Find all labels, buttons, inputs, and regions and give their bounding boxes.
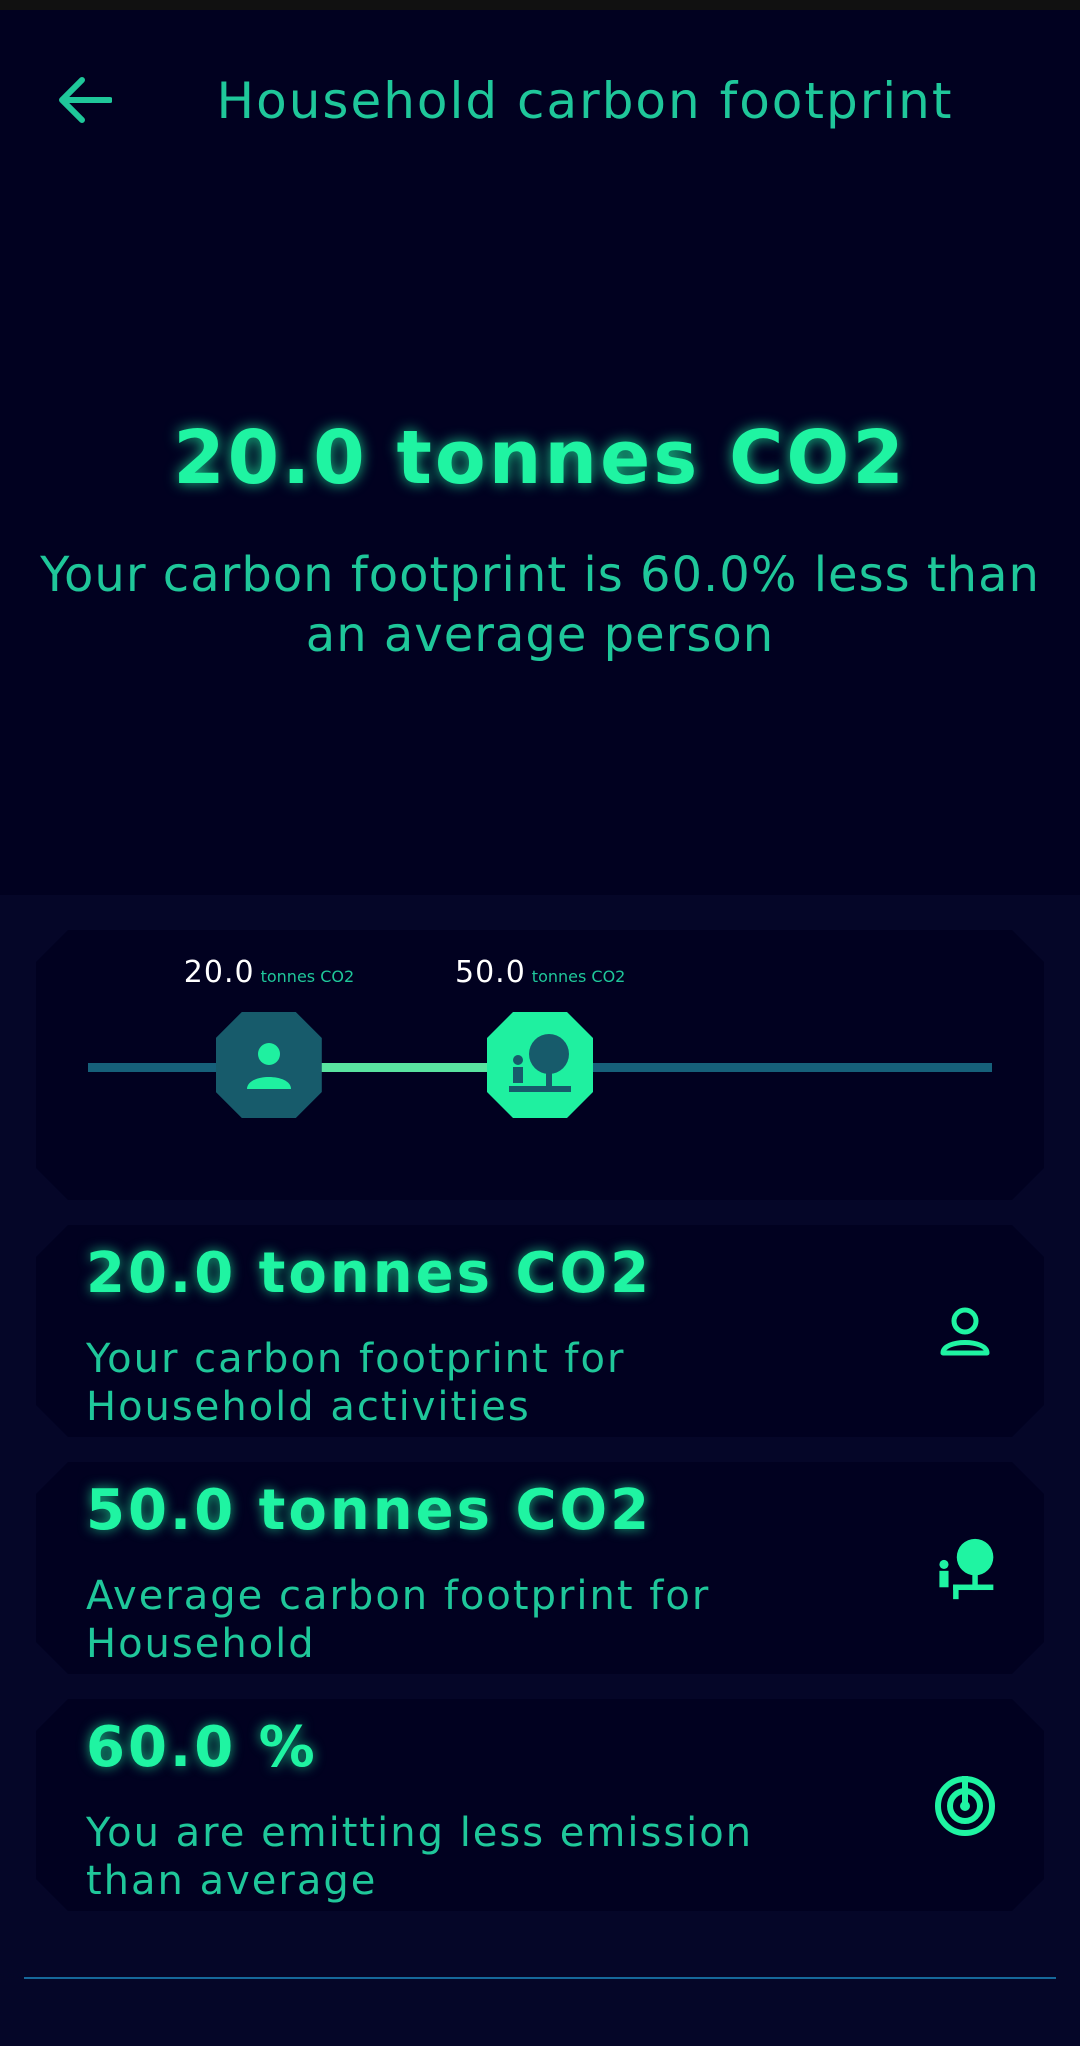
- footprint-comparison-text: Your carbon footprint is 60.0% less than…: [40, 547, 1040, 663]
- user-marker-label: 20.0 tonnes CO2: [184, 955, 354, 990]
- average-marker-label: 50.0 tonnes CO2: [455, 955, 625, 990]
- card-value: 60.0 %: [86, 1715, 318, 1780]
- person-outline-icon: [932, 1299, 998, 1365]
- average-footprint-card: 50.0 tonnes CO2 Average carbon footprint…: [36, 1462, 1044, 1674]
- card-description: Average carbon footprint for Household: [86, 1573, 711, 1667]
- person-tree-icon: [505, 1030, 575, 1100]
- app-bar: Household carbon footprint: [0, 10, 1080, 180]
- user-marker-value: 20.0: [183, 955, 255, 990]
- target-radar-icon: [932, 1773, 998, 1839]
- person-icon: [241, 1037, 297, 1093]
- bottom-divider: [24, 1977, 1056, 1979]
- footprint-total: 20.0 tonnes CO2: [173, 415, 907, 501]
- average-marker-unit: tonnes CO2: [531, 967, 626, 986]
- user-marker[interactable]: [216, 1012, 322, 1118]
- person-tree-icon: [932, 1536, 998, 1602]
- card-value: 50.0 tonnes CO2: [86, 1478, 653, 1543]
- user-footprint-card: 20.0 tonnes CO2 Your carbon footprint fo…: [36, 1225, 1044, 1437]
- user-marker-unit: tonnes CO2: [260, 967, 355, 986]
- arrow-left-icon: [59, 77, 112, 123]
- average-marker[interactable]: [487, 1012, 593, 1118]
- status-bar: [0, 0, 1080, 10]
- comparison-slider-card: 20.0 tonnes CO2 50.0 tonnes CO2: [36, 930, 1044, 1200]
- card-description: You are emitting less emission than aver…: [86, 1810, 754, 1904]
- card-description: Your carbon footprint for Household acti…: [86, 1336, 626, 1430]
- average-marker-value: 50.0: [455, 955, 526, 990]
- page-title: Household carbon footprint: [216, 72, 954, 130]
- percentage-card: 60.0 % You are emitting less emission th…: [36, 1699, 1044, 1911]
- card-value: 20.0 tonnes CO2: [86, 1241, 653, 1306]
- back-button[interactable]: [50, 65, 120, 135]
